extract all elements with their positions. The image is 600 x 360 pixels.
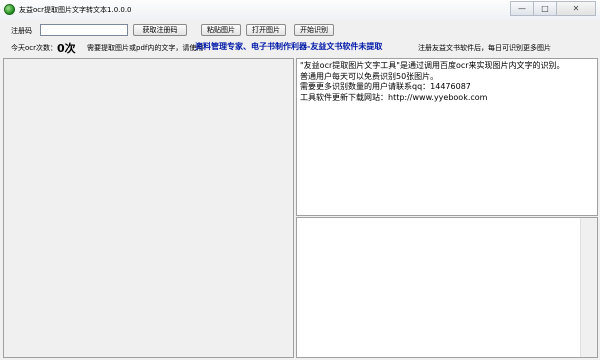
- paste-image-button[interactable]: 粘贴图片: [201, 24, 241, 36]
- today-ocr-label: 今天ocr次数：: [11, 44, 58, 52]
- promo-link[interactable]: 资料管理专家、电子书制作利器-友益文书软件未提取: [195, 41, 382, 52]
- app-icon: [4, 4, 15, 15]
- title-bar: 友益ocr提取图片文字转文本1.0.0.0 — □ ✕: [0, 0, 600, 21]
- result-line: "友益ocr提取图片文字工具"是通过调用百度ocr来实现图片内文字的识别。: [300, 61, 565, 70]
- result-line: 需要更多识别数量的用户请联系qq：14476087: [300, 82, 471, 91]
- vertical-scrollbar[interactable]: [580, 218, 597, 357]
- start-ocr-button[interactable]: 开始识别: [294, 24, 334, 36]
- window-title: 友益ocr提取图片文字转文本1.0.0.0: [19, 6, 132, 14]
- open-image-button[interactable]: 打开图片: [246, 24, 286, 36]
- result-line: 工具软件更新下载网站：http://www.yyebook.com: [300, 92, 488, 102]
- close-button[interactable]: ✕: [556, 1, 596, 16]
- register-hint: 注册友益文书软件后，每日可识别更多图片: [418, 44, 551, 52]
- maximize-button[interactable]: □: [533, 1, 557, 16]
- minimize-button[interactable]: —: [510, 1, 534, 16]
- reg-code-label: 注册码: [11, 27, 32, 35]
- reg-code-input[interactable]: [40, 24, 128, 36]
- get-reg-code-button[interactable]: 获取注册码: [133, 24, 187, 36]
- ocr-result-textbox[interactable]: "友益ocr提取图片文字工具"是通过调用百度ocr来实现图片内文字的识别。 普通…: [296, 58, 598, 216]
- hint-text: 需要提取图片或pdf内的文字，请使用: [87, 44, 204, 52]
- toolbar-area: 注册码 获取注册码 粘贴图片 打开图片 开始识别 今天ocr次数： 0次 需要提…: [0, 20, 600, 56]
- secondary-textbox[interactable]: [296, 217, 598, 358]
- window-controls: — □ ✕: [510, 1, 596, 16]
- image-preview-pane[interactable]: [3, 58, 294, 358]
- today-ocr-count: 0次: [57, 42, 76, 55]
- result-line: 普通用户每天可以免费识别50张图片。: [300, 71, 439, 81]
